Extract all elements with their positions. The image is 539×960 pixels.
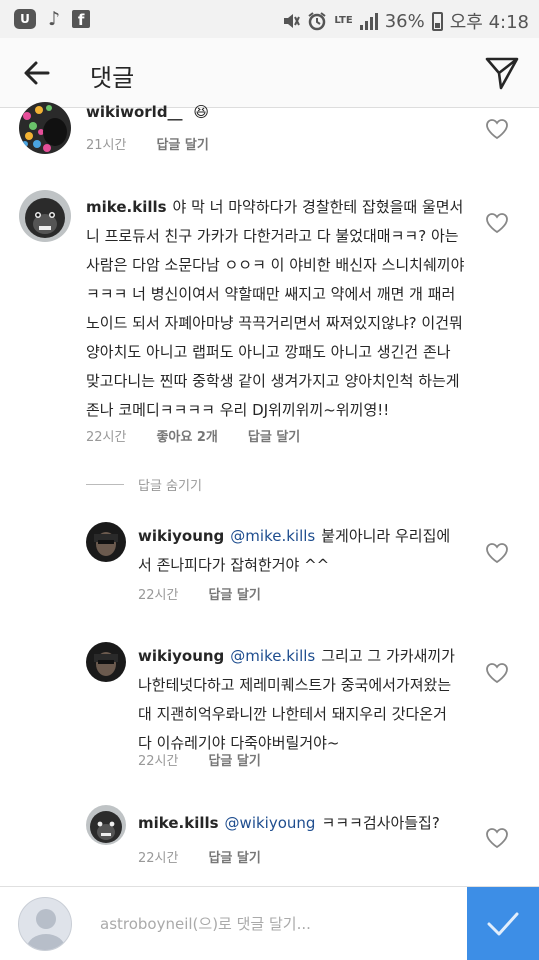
reply-button[interactable]: 답글 달기: [208, 847, 260, 866]
likes-count[interactable]: 좋아요 2개: [156, 426, 217, 445]
reply-meta: 22시간 답글 달기: [138, 584, 261, 603]
comment-text: wikiworld__ 😆: [86, 98, 209, 127]
reply-item: wikiyoung @mike.kills 붙게아니라 우리집에서 존나피다가 잡혀…: [0, 520, 539, 610]
reply-text: wikiyoung @mike.kills 그리고 그 가카새끼가 나한테넛다하고 …: [138, 642, 456, 758]
reply-meta: 22시간 답글 달기: [138, 750, 261, 769]
comment-time: 22시간: [86, 430, 127, 445]
like-button[interactable]: [485, 827, 509, 849]
mute-icon: [284, 14, 301, 28]
send-button[interactable]: [483, 54, 521, 92]
avatar[interactable]: [19, 102, 71, 154]
back-arrow-icon: [24, 61, 50, 85]
heart-icon: [486, 119, 508, 140]
status-bar: U ♪ f LTE 36% 오후 4:18: [0, 0, 539, 38]
reply-text: mike.kills @wikiyoung ㅋㅋㅋ검사아들집?: [138, 809, 456, 838]
avatar[interactable]: [86, 805, 126, 845]
reply-text: wikiyoung @mike.kills 붙게아니라 우리집에서 존나피다가 잡혀…: [138, 522, 456, 580]
emoji: 😆: [193, 103, 209, 121]
reply-time: 22시간: [138, 588, 179, 603]
comment-username[interactable]: mike.kills: [86, 198, 167, 216]
like-button[interactable]: [485, 118, 509, 140]
hide-replies-button[interactable]: 답글 숨기기: [86, 475, 202, 494]
comment-item: wikiworld__ 😆 21시간 답글 달기: [0, 98, 539, 168]
comment-meta: 22시간 좋아요 2개 답글 달기: [86, 426, 300, 445]
reply-button[interactable]: 답글 달기: [248, 426, 300, 445]
u-app-icon: U: [14, 9, 36, 29]
reply-time: 22시간: [138, 851, 179, 866]
default-avatar-icon: [27, 909, 65, 950]
reply-meta: 22시간 답글 달기: [138, 847, 261, 866]
reply-item: mike.kills @wikiyoung ㅋㅋㅋ검사아들집? 22시간 답글 달기: [0, 805, 539, 866]
status-notifications: U ♪ f: [14, 8, 91, 30]
reply-username[interactable]: wikiyoung: [138, 527, 224, 545]
heart-icon: [486, 543, 508, 564]
avatar[interactable]: [86, 642, 126, 682]
reply-button[interactable]: 답글 달기: [208, 750, 260, 769]
like-button[interactable]: [485, 212, 509, 234]
avatar-image: [94, 652, 118, 676]
mention-link[interactable]: @mike.kills: [230, 647, 315, 665]
lte-label: LTE: [334, 15, 353, 26]
post-comment-button[interactable]: [467, 887, 539, 960]
comment-input[interactable]: [100, 909, 440, 939]
comment-time: 21시간: [86, 138, 127, 153]
heart-icon: [486, 828, 508, 849]
checkmark-icon: [487, 912, 519, 936]
battery-icon: [431, 11, 443, 31]
my-avatar: [18, 897, 72, 951]
heart-icon: [486, 663, 508, 684]
signal-icon: [359, 12, 378, 30]
reply-username[interactable]: mike.kills: [138, 814, 219, 832]
avatar[interactable]: [86, 522, 126, 562]
reply-button[interactable]: 답글 달기: [208, 584, 260, 603]
comment-composer: [0, 886, 539, 960]
paper-plane-icon: [485, 57, 519, 90]
comment-username[interactable]: wikiworld__: [86, 103, 183, 121]
tiktok-icon: ♪: [48, 8, 61, 30]
like-button[interactable]: [485, 542, 509, 564]
comment-item: mike.kills 야 막 너 마약하다가 경찰한테 잡혔을때 울면서 니 프로…: [0, 190, 539, 450]
reply-item: wikiyoung @mike.kills 그리고 그 가카새끼가 나한테넛다하고 …: [0, 640, 539, 770]
reply-time: 22시간: [138, 754, 179, 769]
battery-percent: 36%: [384, 10, 425, 32]
heart-icon: [486, 213, 508, 234]
hide-replies-label: 답글 숨기기: [138, 479, 202, 494]
mention-link[interactable]: @wikiyoung: [225, 814, 316, 832]
gorilla-avatar-image: [90, 811, 122, 843]
alarm-icon: [308, 12, 326, 31]
gorilla-avatar-image: [25, 198, 65, 238]
divider: [86, 484, 124, 485]
reply-username[interactable]: wikiyoung: [138, 647, 224, 665]
like-button[interactable]: [485, 662, 509, 684]
comment-text: mike.kills 야 막 너 마약하다가 경찰한테 잡혔을때 울면서 니 프로…: [86, 193, 468, 425]
comment-body: 야 막 너 마약하다가 경찰한테 잡혔을때 울면서 니 프로듀서 친구 가카가 …: [86, 198, 465, 419]
clock: 오후 4:18: [449, 12, 529, 33]
avatar-image: [22, 105, 67, 152]
reply-button[interactable]: 답글 달기: [156, 134, 208, 153]
mention-link[interactable]: @mike.kills: [230, 527, 315, 545]
back-button[interactable]: [20, 56, 54, 90]
status-system-icons: LTE 36% 오후 4:18: [282, 8, 529, 34]
avatar[interactable]: [19, 190, 71, 242]
reply-body: ㅋㅋㅋ검사아들집?: [321, 814, 440, 832]
facebook-icon: f: [72, 10, 91, 29]
page-title: 댓글: [90, 64, 135, 92]
comment-meta: 21시간 답글 달기: [86, 134, 209, 153]
avatar-image: [94, 532, 118, 556]
